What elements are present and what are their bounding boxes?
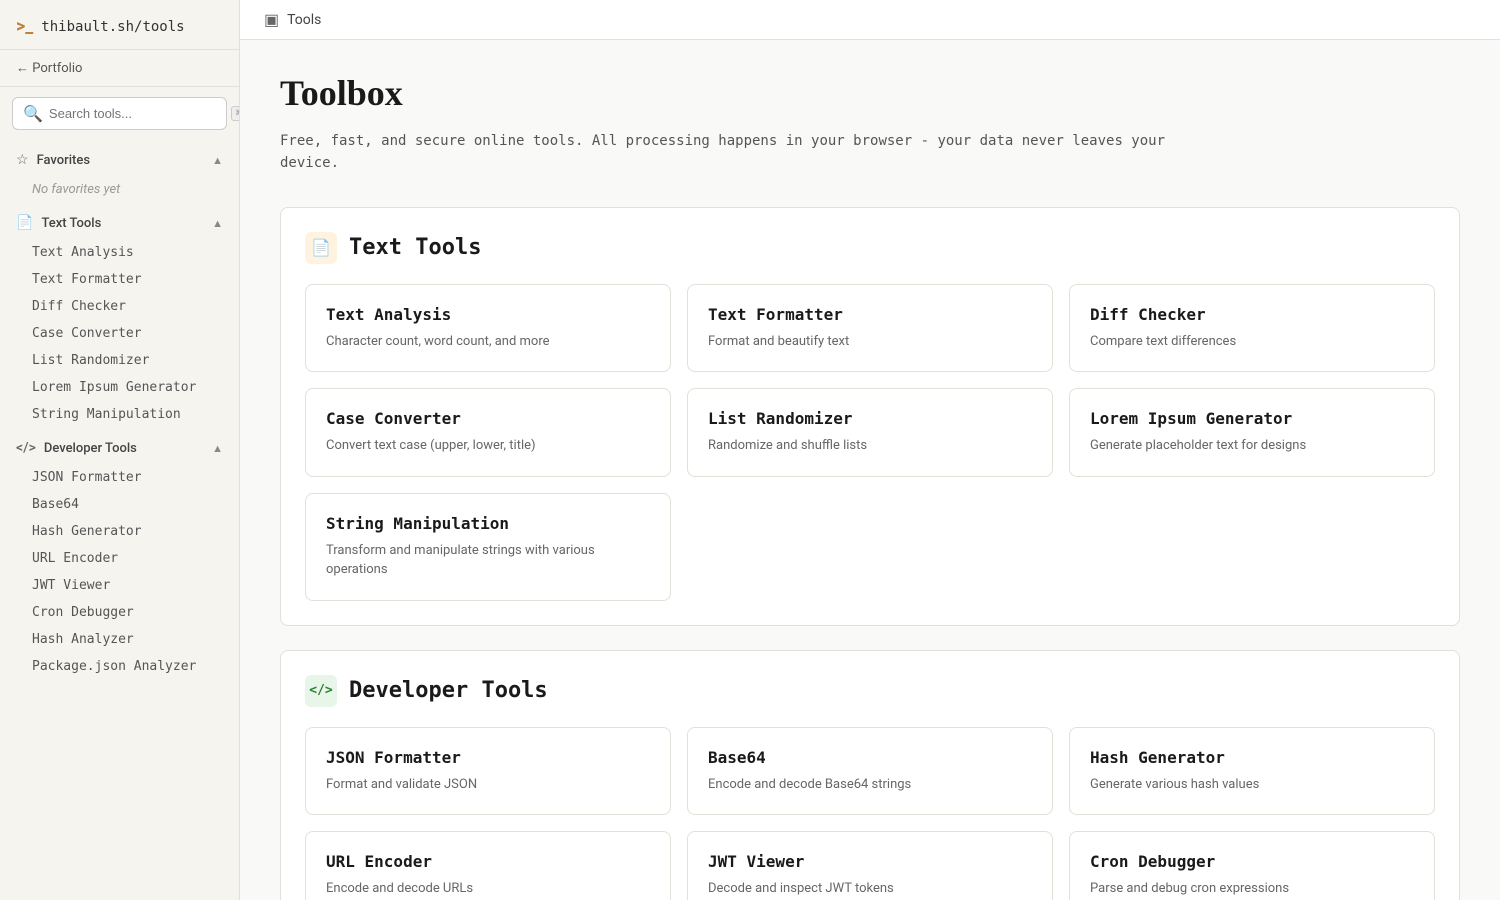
- tool-title-lorem-ipsum: Lorem Ipsum Generator: [1090, 409, 1414, 428]
- search-kbd: ⌘K: [231, 106, 240, 121]
- dev-tools-header[interactable]: </> Developer Tools ▲: [0, 432, 239, 464]
- content-area: Toolbox Free, fast, and secure online to…: [240, 40, 1500, 900]
- text-tools-category-title: Text Tools: [349, 235, 481, 260]
- dev-tools-category-icon: </>: [305, 675, 337, 707]
- document-icon: 📄: [16, 215, 33, 231]
- tool-title-json-formatter: JSON Formatter: [326, 748, 650, 767]
- tool-title-text-analysis: Text Analysis: [326, 305, 650, 324]
- sidebar-item-string-manipulation[interactable]: String Manipulation: [0, 401, 239, 428]
- search-icon: 🔍: [23, 104, 43, 123]
- topbar-title: Tools: [287, 12, 321, 28]
- dev-tools-grid: JSON Formatter Format and validate JSON …: [305, 727, 1435, 900]
- sidebar: >_ thibault.sh/tools ← Portfolio 🔍 ⌘K ☆ …: [0, 0, 240, 900]
- tool-card-string-manipulation[interactable]: String Manipulation Transform and manipu…: [305, 493, 671, 601]
- tool-desc-url-encoder: Encode and decode URLs: [326, 879, 650, 899]
- text-tools-chevron: ▲: [212, 217, 223, 230]
- page-description: Free, fast, and secure online tools. All…: [280, 130, 1180, 175]
- tool-desc-json-formatter: Format and validate JSON: [326, 775, 650, 795]
- text-tools-category: 📄 Text Tools Text Analysis Character cou…: [280, 207, 1460, 626]
- tool-desc-base64: Encode and decode Base64 strings: [708, 775, 1032, 795]
- tool-desc-text-analysis: Character count, word count, and more: [326, 332, 650, 352]
- tool-desc-string-manipulation: Transform and manipulate strings with va…: [326, 541, 650, 580]
- tool-card-lorem-ipsum[interactable]: Lorem Ipsum Generator Generate placehold…: [1069, 388, 1435, 477]
- text-tools-category-icon: 📄: [305, 232, 337, 264]
- sidebar-logo[interactable]: >_ thibault.sh/tools: [0, 0, 239, 50]
- sidebar-item-text-formatter[interactable]: Text Formatter: [0, 266, 239, 293]
- tool-desc-lorem-ipsum: Generate placeholder text for designs: [1090, 436, 1414, 456]
- tool-desc-cron-debugger: Parse and debug cron expressions: [1090, 879, 1414, 899]
- dev-tools-label: Developer Tools: [44, 441, 137, 456]
- tool-title-jwt-viewer: JWT Viewer: [708, 852, 1032, 871]
- sidebar-item-hash-generator[interactable]: Hash Generator: [0, 518, 239, 545]
- tool-title-string-manipulation: String Manipulation: [326, 514, 650, 533]
- dev-tools-category: </> Developer Tools JSON Formatter Forma…: [280, 650, 1460, 900]
- favorites-section: ☆ Favorites ▲ No favorites yet: [0, 144, 239, 203]
- tool-card-text-formatter[interactable]: Text Formatter Format and beautify text: [687, 284, 1053, 373]
- search-bar[interactable]: 🔍 ⌘K: [12, 97, 227, 130]
- tool-desc-diff-checker: Compare text differences: [1090, 332, 1414, 352]
- sidebar-item-hash-analyzer[interactable]: Hash Analyzer: [0, 626, 239, 653]
- sidebar-item-list-randomizer[interactable]: List Randomizer: [0, 347, 239, 374]
- sidebar-item-text-analysis[interactable]: Text Analysis: [0, 239, 239, 266]
- text-tools-label: Text Tools: [41, 216, 101, 231]
- sidebar-logo-text: thibault.sh/tools: [41, 19, 184, 35]
- tool-card-base64[interactable]: Base64 Encode and decode Base64 strings: [687, 727, 1053, 816]
- main-content: ▣ Tools Toolbox Free, fast, and secure o…: [240, 0, 1500, 900]
- dev-tools-category-header: </> Developer Tools: [305, 675, 1435, 707]
- tool-card-diff-checker[interactable]: Diff Checker Compare text differences: [1069, 284, 1435, 373]
- dev-tools-category-title: Developer Tools: [349, 678, 548, 703]
- tool-title-cron-debugger: Cron Debugger: [1090, 852, 1414, 871]
- tool-card-url-encoder[interactable]: URL Encoder Encode and decode URLs: [305, 831, 671, 900]
- text-tools-header[interactable]: 📄 Text Tools ▲: [0, 207, 239, 239]
- text-tools-section: 📄 Text Tools ▲ Text Analysis Text Format…: [0, 207, 239, 428]
- portfolio-link[interactable]: ← Portfolio: [0, 50, 239, 87]
- favorites-label: Favorites: [37, 153, 90, 168]
- tool-desc-text-formatter: Format and beautify text: [708, 332, 1032, 352]
- sidebar-item-jwt-viewer[interactable]: JWT Viewer: [0, 572, 239, 599]
- sidebar-item-cron-debugger[interactable]: Cron Debugger: [0, 599, 239, 626]
- search-input[interactable]: [49, 106, 225, 121]
- topbar: ▣ Tools: [240, 0, 1500, 40]
- sidebar-item-url-encoder[interactable]: URL Encoder: [0, 545, 239, 572]
- tool-desc-case-converter: Convert text case (upper, lower, title): [326, 436, 650, 456]
- tool-title-base64: Base64: [708, 748, 1032, 767]
- no-favorites-text: No favorites yet: [0, 176, 239, 203]
- favorites-chevron: ▲: [212, 154, 223, 167]
- tool-title-case-converter: Case Converter: [326, 409, 650, 428]
- dev-tools-chevron: ▲: [212, 442, 223, 455]
- tool-desc-hash-generator: Generate various hash values: [1090, 775, 1414, 795]
- sidebar-item-lorem-ipsum[interactable]: Lorem Ipsum Generator: [0, 374, 239, 401]
- star-icon: ☆: [16, 152, 29, 168]
- terminal-icon: >_: [16, 16, 33, 37]
- tool-card-json-formatter[interactable]: JSON Formatter Format and validate JSON: [305, 727, 671, 816]
- text-tools-title: 📄 Text Tools: [16, 215, 101, 231]
- page-title: Toolbox: [280, 72, 1460, 114]
- tool-title-hash-generator: Hash Generator: [1090, 748, 1414, 767]
- dev-tools-title: </> Developer Tools: [16, 440, 137, 456]
- sidebar-item-case-converter[interactable]: Case Converter: [0, 320, 239, 347]
- topbar-icon: ▣: [264, 10, 279, 29]
- tool-card-jwt-viewer[interactable]: JWT Viewer Decode and inspect JWT tokens: [687, 831, 1053, 900]
- tool-card-text-analysis[interactable]: Text Analysis Character count, word coun…: [305, 284, 671, 373]
- tool-card-cron-debugger[interactable]: Cron Debugger Parse and debug cron expre…: [1069, 831, 1435, 900]
- code-icon: </>: [16, 440, 36, 456]
- dev-tools-section: </> Developer Tools ▲ JSON Formatter Bas…: [0, 432, 239, 680]
- tool-card-hash-generator[interactable]: Hash Generator Generate various hash val…: [1069, 727, 1435, 816]
- favorites-header[interactable]: ☆ Favorites ▲: [0, 144, 239, 176]
- tool-title-url-encoder: URL Encoder: [326, 852, 650, 871]
- sidebar-item-base64[interactable]: Base64: [0, 491, 239, 518]
- sidebar-item-package-json[interactable]: Package.json Analyzer: [0, 653, 239, 680]
- tool-card-case-converter[interactable]: Case Converter Convert text case (upper,…: [305, 388, 671, 477]
- tool-title-diff-checker: Diff Checker: [1090, 305, 1414, 324]
- sidebar-item-diff-checker[interactable]: Diff Checker: [0, 293, 239, 320]
- tool-title-text-formatter: Text Formatter: [708, 305, 1032, 324]
- text-tools-category-header: 📄 Text Tools: [305, 232, 1435, 264]
- text-tools-grid: Text Analysis Character count, word coun…: [305, 284, 1435, 601]
- tool-desc-list-randomizer: Randomize and shuffle lists: [708, 436, 1032, 456]
- tool-desc-jwt-viewer: Decode and inspect JWT tokens: [708, 879, 1032, 899]
- favorites-title: ☆ Favorites: [16, 152, 90, 168]
- tool-title-list-randomizer: List Randomizer: [708, 409, 1032, 428]
- sidebar-item-json-formatter[interactable]: JSON Formatter: [0, 464, 239, 491]
- tool-card-list-randomizer[interactable]: List Randomizer Randomize and shuffle li…: [687, 388, 1053, 477]
